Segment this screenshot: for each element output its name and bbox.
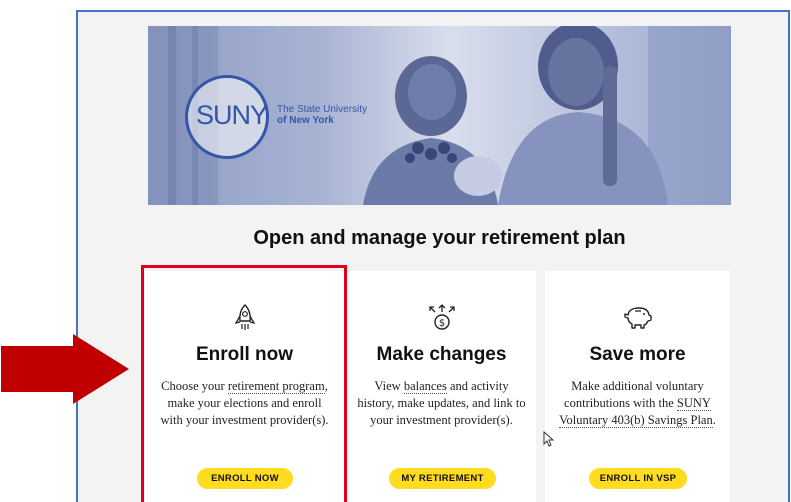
- piggy-bank-icon: [545, 303, 730, 335]
- card-title: Save more: [589, 344, 686, 365]
- annotation-arrow-icon: [1, 334, 129, 404]
- card-make-changes: $ Make changes View balances and activit…: [347, 271, 536, 502]
- card-text: View: [374, 379, 404, 393]
- suny-tagline: The State University of New York: [277, 104, 387, 126]
- dollar-arrows-icon: $: [347, 303, 536, 335]
- suny-tagline-line2: of New York: [277, 115, 334, 126]
- balances-link[interactable]: balances: [403, 379, 447, 394]
- card-description: Make additional voluntary contributions …: [555, 378, 720, 429]
- card-description: View balances and activity history, make…: [357, 378, 526, 429]
- highlight-box: [141, 265, 347, 502]
- mouse-cursor-icon: [543, 431, 555, 447]
- enroll-in-vsp-button[interactable]: ENROLL IN VSP: [589, 468, 687, 489]
- svg-text:$: $: [438, 318, 444, 329]
- suny-logo-text: SUNY: [196, 100, 268, 130]
- card-save-more: Save more Make additional voluntary cont…: [545, 271, 730, 502]
- card-text: .: [712, 413, 716, 427]
- my-retirement-button[interactable]: MY RETIREMENT: [389, 468, 496, 489]
- card-title: Make changes: [376, 344, 507, 365]
- suny-logo: SUNY: [185, 75, 269, 159]
- page-headline: Open and manage your retirement plan: [253, 227, 626, 249]
- suny-tagline-line1: The State University: [277, 104, 368, 115]
